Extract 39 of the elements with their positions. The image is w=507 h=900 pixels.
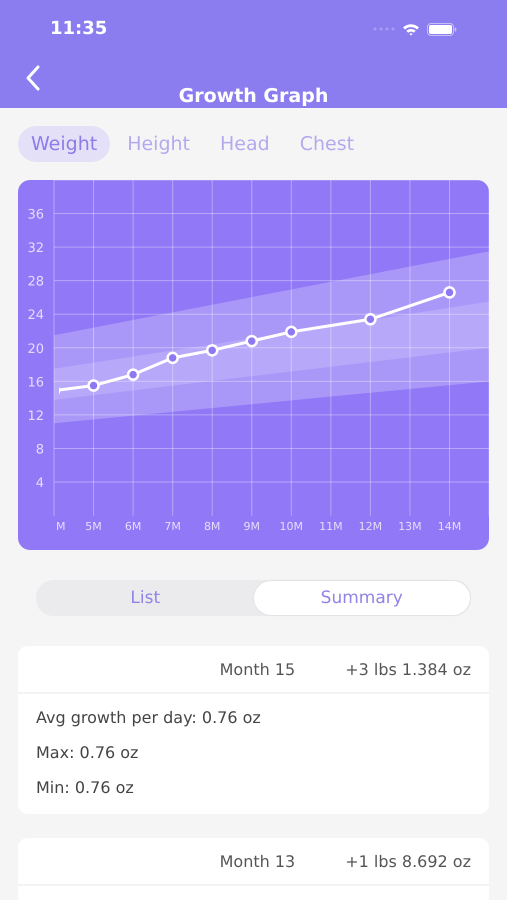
month-label: Month 13 (220, 850, 296, 872)
view-toggle-option[interactable]: List (37, 581, 254, 615)
x-axis-label: 12M (358, 520, 382, 533)
x-axis-label: 13M (398, 520, 422, 533)
metric-tab[interactable]: Height (114, 126, 204, 162)
signal-icon (373, 27, 395, 31)
metric-tab[interactable]: Head (207, 126, 283, 162)
x-axis-label: 14M (438, 520, 462, 533)
x-axis-label: M (56, 520, 66, 533)
y-axis-label: 28 (27, 274, 44, 290)
x-axis-label: 8M (204, 520, 220, 533)
y-axis-label: 36 (27, 208, 44, 223)
x-axis-label: 5M (85, 520, 102, 533)
view-toggle-option[interactable]: Summary (254, 581, 470, 615)
x-axis-label: 6M (124, 520, 142, 533)
weight-change: +1 lbs 8.692 oz (345, 850, 471, 872)
x-axis-label: 10M (280, 520, 304, 533)
back-button[interactable] (24, 64, 42, 92)
status-time: 11:35 (50, 18, 108, 39)
y-axis-label: 8 (36, 442, 44, 458)
weight-change: +3 lbs 1.384 oz (345, 658, 471, 680)
wifi-icon (402, 22, 420, 36)
month-label: Month 15 (220, 658, 296, 680)
x-axis-label: 7M (164, 520, 181, 533)
summary-stat: Max: 0.76 oz (36, 742, 140, 763)
x-axis-label: 11M (319, 520, 343, 533)
y-axis-label: 12 (27, 408, 44, 424)
metric-tab[interactable]: Weight (18, 126, 110, 162)
screen-title: Growth Graph (178, 84, 328, 108)
battery-icon (427, 22, 457, 36)
y-axis-label: 4 (36, 476, 44, 492)
metric-tab[interactable]: Chest (286, 126, 368, 162)
y-axis-label: 16 (27, 375, 44, 390)
summary-stat: Avg growth per day: 0.76 oz (36, 707, 262, 728)
y-axis-label: 24 (27, 308, 44, 324)
y-axis-label: 32 (27, 241, 44, 256)
x-axis-label: 9M (244, 520, 260, 533)
summary-stat: Min: 0.76 oz (36, 777, 135, 798)
y-axis-label: 20 (27, 342, 44, 357)
